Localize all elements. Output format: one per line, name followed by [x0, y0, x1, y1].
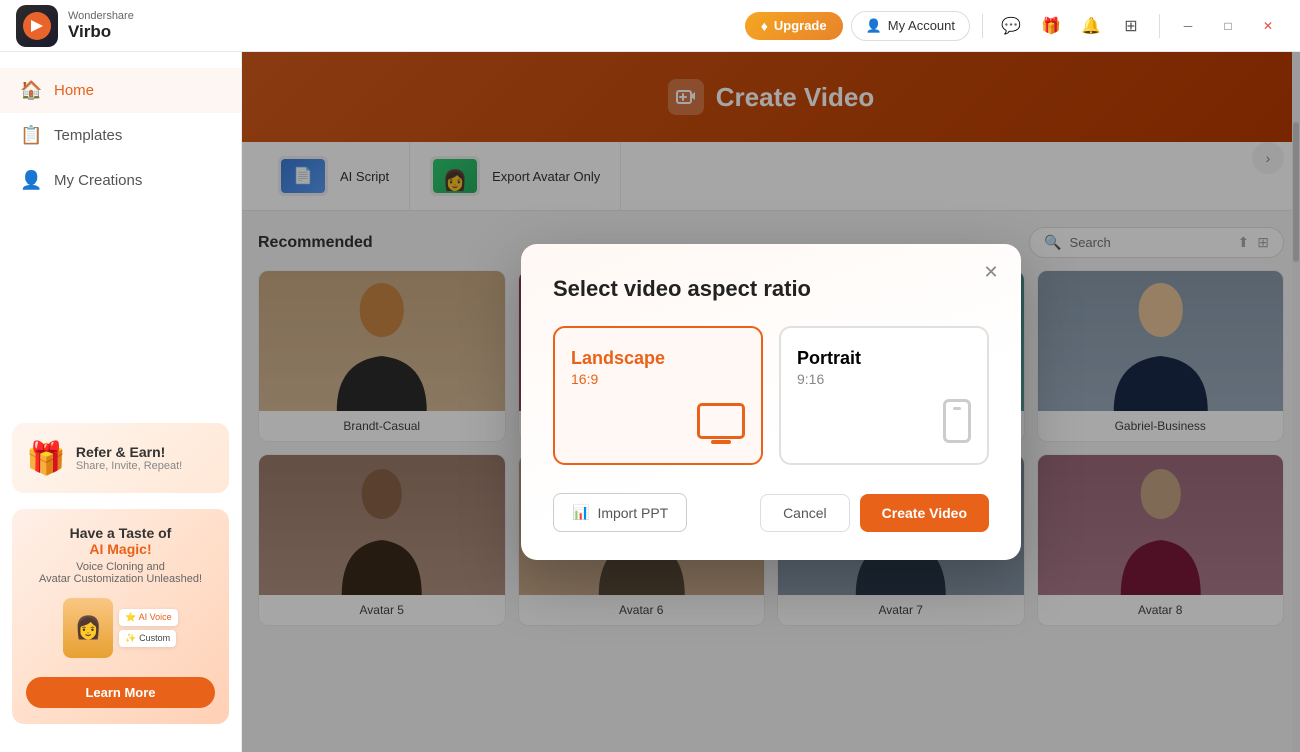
crown-icon: ♦ [761, 18, 768, 34]
ai-magic-highlight: AI Magic! [26, 541, 215, 557]
ppt-icon: 📊 [572, 504, 589, 521]
aspect-ratio-modal: ✕ Select video aspect ratio Landscape 16… [521, 244, 1021, 560]
maximize-button[interactable]: □ [1212, 10, 1244, 42]
landscape-card-header: Landscape 16:9 [571, 348, 745, 387]
app-logo-icon [16, 5, 58, 47]
import-ppt-button[interactable]: 📊 Import PPT [553, 493, 687, 532]
minimize-button[interactable]: ─ [1172, 10, 1204, 42]
ai-magic-title: Have a Taste of [26, 525, 215, 541]
titlebar: Wondershare Virbo ♦ Upgrade 👤 My Account… [0, 0, 1300, 52]
bell-icon-button[interactable]: 🔔 [1075, 10, 1107, 42]
learn-more-button[interactable]: Learn More [26, 677, 215, 708]
titlebar-divider-2 [1159, 14, 1160, 38]
sidebar: 🏠 Home 📋 Templates 👤 My Creations 🎁 Refe… [0, 52, 242, 752]
refer-text: Refer & Earn! Share, Invite, Repeat! [76, 444, 182, 472]
landscape-text: Landscape 16:9 [571, 348, 665, 387]
portrait-card-header: Portrait 9:16 [797, 348, 971, 387]
main-layout: 🏠 Home 📋 Templates 👤 My Creations 🎁 Refe… [0, 52, 1300, 752]
close-button[interactable]: ✕ [1252, 10, 1284, 42]
my-account-button[interactable]: 👤 My Account [851, 11, 970, 41]
sidebar-item-templates[interactable]: 📋 Templates [0, 113, 241, 158]
sidebar-item-home[interactable]: 🏠 Home [0, 68, 241, 113]
upgrade-button[interactable]: ♦ Upgrade [745, 12, 843, 40]
portrait-text: Portrait 9:16 [797, 348, 861, 387]
portrait-option[interactable]: Portrait 9:16 [779, 326, 989, 465]
sidebar-item-templates-label: Templates [54, 127, 122, 144]
main-content: Create Video 📄 AI Script 👩 Export Avatar [242, 52, 1300, 752]
titlebar-divider [982, 14, 983, 38]
brand-top: Wondershare [68, 10, 134, 22]
sidebar-item-my-creations-label: My Creations [54, 172, 142, 189]
refer-icon: 🎁 [26, 439, 66, 477]
modal-actions: Cancel Create Video [760, 494, 989, 532]
templates-icon: 📋 [20, 125, 42, 146]
app-logo: Wondershare Virbo [16, 5, 134, 47]
landscape-icon-area [571, 403, 745, 439]
grid-icon-button[interactable]: ⊞ [1115, 10, 1147, 42]
create-video-modal-button[interactable]: Create Video [860, 494, 989, 532]
landscape-ratio: 16:9 [571, 371, 665, 387]
brand-name: Virbo [68, 22, 134, 42]
ai-magic-illustration: 👩 ⭐ AI Voice ✨ Custom [26, 593, 215, 663]
refer-subtitle: Share, Invite, Repeat! [76, 460, 182, 472]
landscape-title: Landscape [571, 348, 665, 369]
refer-earn-banner[interactable]: 🎁 Refer & Earn! Share, Invite, Repeat! [12, 423, 229, 493]
portrait-icon-area [797, 399, 971, 443]
sidebar-item-home-label: Home [54, 82, 94, 99]
sidebar-item-my-creations[interactable]: 👤 My Creations [0, 158, 241, 203]
cancel-button[interactable]: Cancel [760, 494, 850, 532]
user-icon: 👤 [866, 18, 882, 34]
modal-overlay[interactable]: ✕ Select video aspect ratio Landscape 16… [242, 52, 1300, 752]
modal-footer: 📊 Import PPT Cancel Create Video [553, 493, 989, 532]
modal-title: Select video aspect ratio [553, 276, 989, 302]
refer-title: Refer & Earn! [76, 444, 182, 460]
gift-icon-button[interactable]: 🎁 [1035, 10, 1067, 42]
landscape-icon [697, 403, 745, 439]
sidebar-nav: 🏠 Home 📋 Templates 👤 My Creations [0, 68, 241, 415]
landscape-option[interactable]: Landscape 16:9 [553, 326, 763, 465]
portrait-ratio: 9:16 [797, 371, 861, 387]
portrait-icon [943, 399, 971, 443]
ai-magic-subtitle: Voice Cloning andAvatar Customization Un… [26, 561, 215, 585]
modal-close-button[interactable]: ✕ [977, 258, 1005, 286]
chat-icon-button[interactable]: 💬 [995, 10, 1027, 42]
ai-magic-banner: Have a Taste of AI Magic! Voice Cloning … [12, 509, 229, 724]
aspect-options: Landscape 16:9 Portrait [553, 326, 989, 465]
my-creations-icon: 👤 [20, 170, 42, 191]
home-icon: 🏠 [20, 80, 42, 101]
app-logo-text: Wondershare Virbo [68, 10, 134, 42]
portrait-title: Portrait [797, 348, 861, 369]
titlebar-actions: ♦ Upgrade 👤 My Account 💬 🎁 🔔 ⊞ ─ □ ✕ [745, 10, 1284, 42]
